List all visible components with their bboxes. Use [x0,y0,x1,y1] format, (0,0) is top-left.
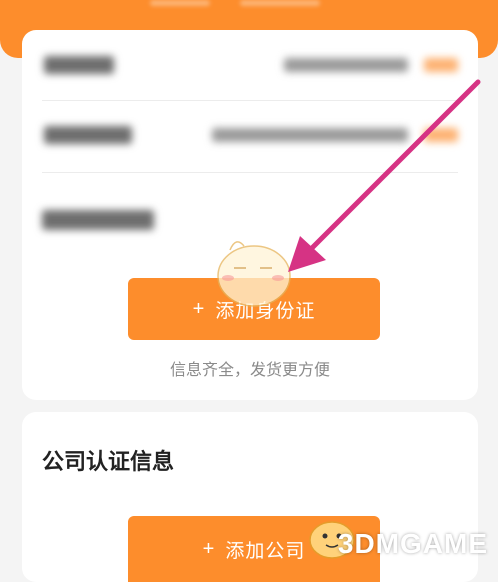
blurred-section-title [42,210,154,230]
blurred-value [284,58,408,72]
site-watermark: 3DMGAME [337,528,488,559]
blurred-label [44,126,132,144]
info-complete-hint: 信息齐全，发货更方便 [169,362,330,379]
seller-info-card: + 添加身份证 信息齐全，发货更方便 [22,30,478,400]
blurred-tag [424,58,458,72]
info-row-blurred [22,100,478,170]
info-row-blurred [22,30,478,100]
mascot-watermark-icon [217,241,291,307]
plus-icon: + [202,537,216,560]
plus-icon: + [192,297,206,320]
company-section-title: 公司认证信息 [42,449,175,474]
blurred-label [44,56,114,74]
add-company-label: 添加公司 [225,540,306,562]
blurred-value [212,128,408,142]
divider [42,172,458,173]
blurred-tag [424,128,458,142]
header-blurred-text [150,0,210,6]
header-blurred-text [240,0,320,6]
